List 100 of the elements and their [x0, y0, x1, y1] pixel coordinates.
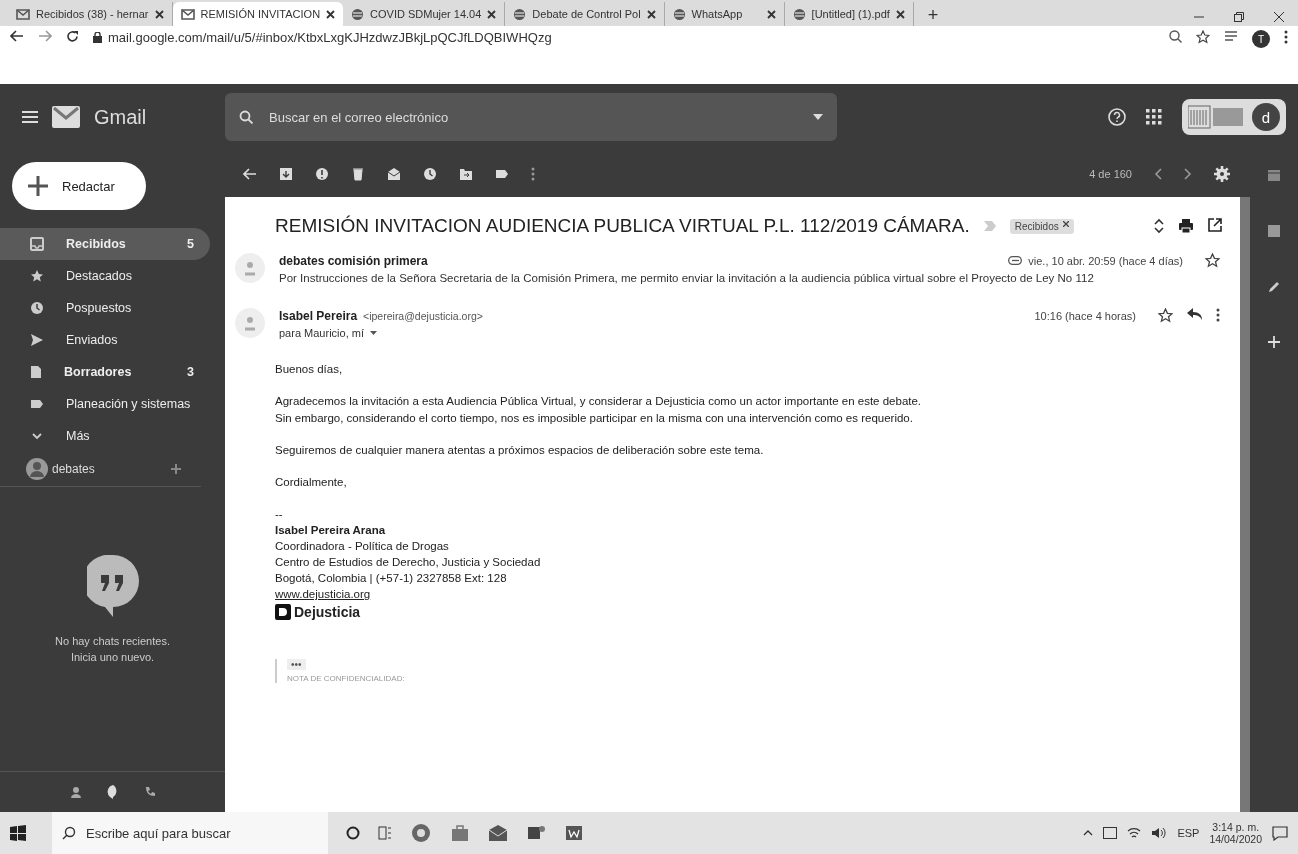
organization-logo-icon — [1188, 104, 1244, 130]
sidebar-item[interactable]: Pospuestos — [0, 292, 210, 324]
envelope-logo-icon — [52, 106, 80, 128]
back-arrow-icon[interactable] — [10, 30, 24, 42]
new-tab-button[interactable]: + — [913, 5, 953, 26]
close-icon[interactable] — [646, 9, 656, 19]
mail-icon — [16, 8, 30, 20]
chevron-up-icon[interactable] — [1083, 830, 1094, 836]
reply-icon[interactable] — [1187, 308, 1202, 320]
open-in-new-window-icon[interactable] — [1208, 218, 1222, 232]
pencil-icon[interactable] — [1267, 280, 1281, 294]
profile-avatar[interactable]: T — [1252, 30, 1270, 48]
mark-unread-icon[interactable] — [387, 166, 401, 181]
browser-tab[interactable]: REMISIÓN INVITACION — [172, 2, 344, 26]
signature-line: Centro de Estudios de Derecho, Justicia y Sociedad — [275, 555, 542, 570]
sidebar-item[interactable]: Borradores 3 — [0, 356, 210, 388]
person-icon[interactable] — [69, 786, 82, 798]
menu-icon[interactable] — [22, 111, 38, 123]
close-icon[interactable] — [326, 9, 336, 19]
close-icon[interactable] — [1062, 220, 1069, 227]
dropdown-caret-icon[interactable] — [813, 114, 823, 120]
help-icon[interactable] — [1108, 108, 1126, 126]
restore-icon[interactable] — [1234, 12, 1244, 22]
reload-icon[interactable] — [66, 30, 79, 43]
speaker-icon[interactable] — [1151, 827, 1168, 839]
message-snippet: Por Instrucciones de la Señora Secretaria de la Comisión Primera, me permito enviar la invitación a la audiencia pública virtual sobre el Proyecto de Ley No 112 — [279, 272, 1095, 284]
wifi-icon[interactable] — [1127, 827, 1142, 839]
forward-arrow-icon[interactable] — [38, 30, 52, 42]
account-switcher[interactable]: d — [1182, 99, 1286, 135]
search-field[interactable]: Buscar en el correo electrónico — [225, 93, 837, 141]
chevron-left-icon[interactable] — [1154, 167, 1162, 180]
sidebar-item[interactable]: Enviados — [0, 324, 210, 356]
archive-icon[interactable] — [279, 166, 293, 181]
star-outline-icon[interactable] — [1158, 308, 1173, 323]
label-icon — [30, 398, 44, 410]
compose-button[interactable]: Redactar — [12, 162, 146, 210]
settings-icon[interactable] — [1214, 165, 1230, 182]
star-outline-icon[interactable] — [1196, 30, 1210, 44]
mail-icon — [180, 8, 195, 20]
empty-chats-text: No hay chats recientes. — [55, 635, 170, 647]
label-chip[interactable]: Recibidos — [1009, 218, 1074, 234]
sender-email: <ipereira@dejusticia.org> — [363, 309, 483, 322]
input-language[interactable]: ESP — [1177, 827, 1200, 839]
website-link[interactable]: www.dejusticia.org — [275, 586, 1240, 602]
inbox-icon — [30, 237, 44, 251]
signature-line: Bogotá, Colombia | (+57-1) 2327858 Ext: 128 — [275, 571, 508, 586]
taskbar-date[interactable]: 14/04/2020 — [1209, 833, 1262, 845]
cortana-circle-icon[interactable] — [346, 826, 360, 840]
show-trimmed-content-button[interactable]: ••• — [287, 659, 306, 670]
address-bar-url[interactable]: mail.google.com/mail/u/5/#inbox/KtbxLxgKJHzdwzJBkjLpQCJfLDQBIWHQzg — [108, 30, 552, 45]
taskbar-time[interactable]: 3:14 p. m. — [1212, 821, 1260, 833]
browser-app-icon[interactable] — [410, 822, 432, 844]
phone-icon[interactable] — [143, 786, 156, 798]
email-subject: REMISIÓN INVITACION AUDIENCIA PUBLICA VIRTUAL P.L. 112/2019 CÁMARA. — [275, 215, 970, 237]
sidebar-item[interactable]: Planeación y sistemas — [0, 388, 210, 420]
ime-icon[interactable] — [1103, 827, 1118, 839]
report-icon[interactable] — [315, 166, 329, 181]
mail-app-icon[interactable] — [488, 824, 508, 842]
dropdown-caret-icon[interactable] — [370, 331, 377, 335]
taskbar-search-field[interactable]: Escribe aquí para buscar — [52, 812, 328, 854]
signature-separator: -- — [275, 507, 284, 522]
sidebar-item[interactable]: Destacados — [0, 260, 210, 292]
close-icon[interactable] — [766, 9, 776, 19]
notification-icon[interactable] — [1272, 825, 1288, 841]
trash-icon[interactable] — [351, 166, 365, 181]
apps-grid-icon[interactable] — [1146, 109, 1162, 125]
windows-start-icon[interactable] — [10, 825, 26, 841]
teams-app-icon[interactable] — [526, 824, 546, 842]
sender-name: Isabel Pereira — [279, 308, 358, 323]
send-icon — [30, 333, 44, 347]
task-view-icon[interactable] — [378, 826, 392, 840]
star-outline-icon[interactable] — [1205, 253, 1220, 268]
close-icon[interactable] — [1274, 12, 1284, 22]
reading-list-icon[interactable] — [1224, 30, 1238, 42]
chevron-right-icon[interactable] — [1184, 167, 1192, 180]
signature-line: Coordinadora - Política de Drogas — [275, 539, 450, 554]
close-icon[interactable] — [487, 9, 497, 19]
more-vertical-icon[interactable] — [1284, 30, 1288, 44]
attachment-icon — [1008, 256, 1023, 265]
user-avatar-icon — [26, 458, 48, 480]
print-icon[interactable] — [1178, 218, 1194, 234]
word-app-icon[interactable] — [564, 824, 584, 842]
zoom-icon[interactable] — [1169, 30, 1182, 43]
expand-collapse-icon[interactable] — [1154, 218, 1164, 234]
more-vertical-icon[interactable] — [1216, 308, 1220, 322]
calendar-icon[interactable] — [1267, 168, 1281, 182]
hangouts-user-name[interactable]: debates — [52, 462, 167, 476]
globe-icon — [792, 7, 806, 21]
sidebar-item[interactable]: Más — [0, 420, 210, 452]
notes-icon[interactable] — [1267, 224, 1281, 238]
close-icon[interactable] — [895, 9, 905, 19]
importance-marker-icon[interactable] — [983, 221, 996, 231]
close-icon[interactable] — [154, 9, 164, 19]
search-icon[interactable] — [239, 110, 253, 124]
sidebar-item[interactable]: Recibidos 5 — [0, 228, 210, 260]
move-to-folder-icon[interactable] — [459, 166, 473, 181]
store-bag-icon[interactable] — [450, 824, 470, 842]
document-icon — [30, 365, 42, 379]
pagination-count: 4 de 160 — [1089, 167, 1132, 180]
clock-icon[interactable] — [423, 166, 437, 181]
